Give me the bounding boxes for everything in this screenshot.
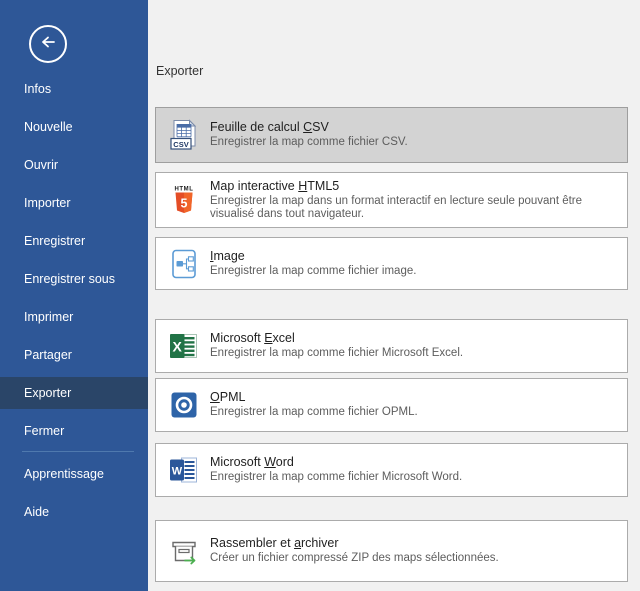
export-option-description: Enregistrer la map comme fichier OPML.: [210, 406, 617, 420]
svg-text:CSV: CSV: [173, 140, 188, 149]
export-option-description: Enregistrer la map comme fichier CSV.: [210, 136, 617, 150]
export-option-description: Enregistrer la map comme fichier image.: [210, 265, 617, 279]
export-option-word[interactable]: W Microsoft Word Enregistrer la map comm…: [155, 443, 628, 497]
export-option-archive[interactable]: Rassembler et archiver Créer un fichier …: [155, 520, 628, 582]
sidebar-item-aide[interactable]: Aide: [0, 493, 148, 531]
sidebar-item-exporter[interactable]: Exporter: [0, 377, 148, 409]
backstage-view: Infos Nouvelle Ouvrir Importer Enregistr…: [0, 0, 640, 591]
image-document-icon: [168, 248, 200, 280]
sidebar-item-partager[interactable]: Partager: [0, 336, 148, 374]
back-button[interactable]: [29, 25, 67, 63]
export-panel: Exporter CSV Feuille de calcul CSV Enreg…: [148, 0, 640, 591]
title-suffix: ord: [276, 455, 294, 469]
export-option-image[interactable]: Image Enregistrer la map comme fichier i…: [155, 237, 628, 290]
word-icon: W: [168, 454, 200, 486]
title-prefix: Feuille de calcul: [210, 120, 303, 134]
sidebar-item-imprimer[interactable]: Imprimer: [0, 298, 148, 336]
title-suffix: PML: [220, 390, 246, 404]
export-option-description: Enregistrer la map comme fichier Microso…: [210, 471, 617, 485]
export-option-opml[interactable]: OPML Enregistrer la map comme fichier OP…: [155, 378, 628, 432]
sidebar-item-enregistrer[interactable]: Enregistrer: [0, 222, 148, 260]
title-accelerator: O: [210, 390, 220, 404]
title-prefix: Rassembler et: [210, 536, 294, 550]
sidebar-item-apprentissage[interactable]: Apprentissage: [0, 455, 148, 493]
svg-text:5: 5: [181, 197, 188, 211]
export-option-description: Enregistrer la map comme fichier Microso…: [210, 347, 617, 361]
sidebar-item-enregistrer-sous[interactable]: Enregistrer sous: [0, 260, 148, 298]
export-option-title: Microsoft Excel: [210, 331, 617, 345]
html5-shield-icon: HTML 5: [168, 184, 200, 216]
back-arrow-icon: [38, 32, 58, 57]
export-option-description: Enregistrer la map dans un format intera…: [210, 195, 617, 222]
svg-text:HTML: HTML: [174, 187, 193, 193]
title-suffix: SV: [312, 120, 329, 134]
title-suffix: TML5: [307, 179, 339, 193]
export-option-title: Microsoft Word: [210, 455, 617, 469]
title-prefix: Microsoft: [210, 455, 264, 469]
title-accelerator: H: [298, 179, 307, 193]
export-option-title: Rassembler et archiver: [210, 536, 617, 550]
opml-bullseye-icon: [168, 389, 200, 421]
export-option-title: OPML: [210, 390, 617, 404]
title-suffix: rchiver: [301, 536, 339, 550]
sidebar-item-nouvelle[interactable]: Nouvelle: [0, 108, 148, 146]
title-suffix: xcel: [273, 331, 295, 345]
excel-icon: X: [168, 330, 200, 362]
archive-box-icon: [168, 535, 200, 567]
svg-text:X: X: [173, 339, 183, 355]
sidebar-menu: Infos Nouvelle Ouvrir Importer Enregistr…: [0, 70, 148, 531]
csv-spreadsheet-icon: CSV: [168, 119, 200, 151]
export-option-title: Image: [210, 249, 617, 263]
title-prefix: Microsoft: [210, 331, 264, 345]
sidebar-item-fermer[interactable]: Fermer: [0, 412, 148, 450]
export-option-description: Créer un fichier compressé ZIP des maps …: [210, 552, 617, 566]
title-suffix: mage: [213, 249, 244, 263]
export-option-title: Map interactive HTML5: [210, 179, 617, 193]
export-option-html5[interactable]: HTML 5 Map interactive HTML5 Enregistrer…: [155, 172, 628, 228]
sidebar-item-ouvrir[interactable]: Ouvrir: [0, 146, 148, 184]
title-accelerator: W: [264, 455, 276, 469]
title-accelerator: E: [264, 331, 272, 345]
sidebar-item-infos[interactable]: Infos: [0, 70, 148, 108]
sidebar-separator: [22, 451, 134, 452]
title-accelerator: a: [294, 536, 301, 550]
title-accelerator: C: [303, 120, 312, 134]
title-prefix: Map interactive: [210, 179, 298, 193]
export-option-excel[interactable]: X Microsoft Excel Enregistrer la map com…: [155, 319, 628, 373]
export-option-title: Feuille de calcul CSV: [210, 120, 617, 134]
page-title: Exporter: [156, 64, 203, 78]
backstage-sidebar: Infos Nouvelle Ouvrir Importer Enregistr…: [0, 0, 148, 591]
export-option-csv[interactable]: CSV Feuille de calcul CSV Enregistrer la…: [155, 107, 628, 163]
sidebar-item-importer[interactable]: Importer: [0, 184, 148, 222]
svg-text:W: W: [172, 466, 183, 478]
